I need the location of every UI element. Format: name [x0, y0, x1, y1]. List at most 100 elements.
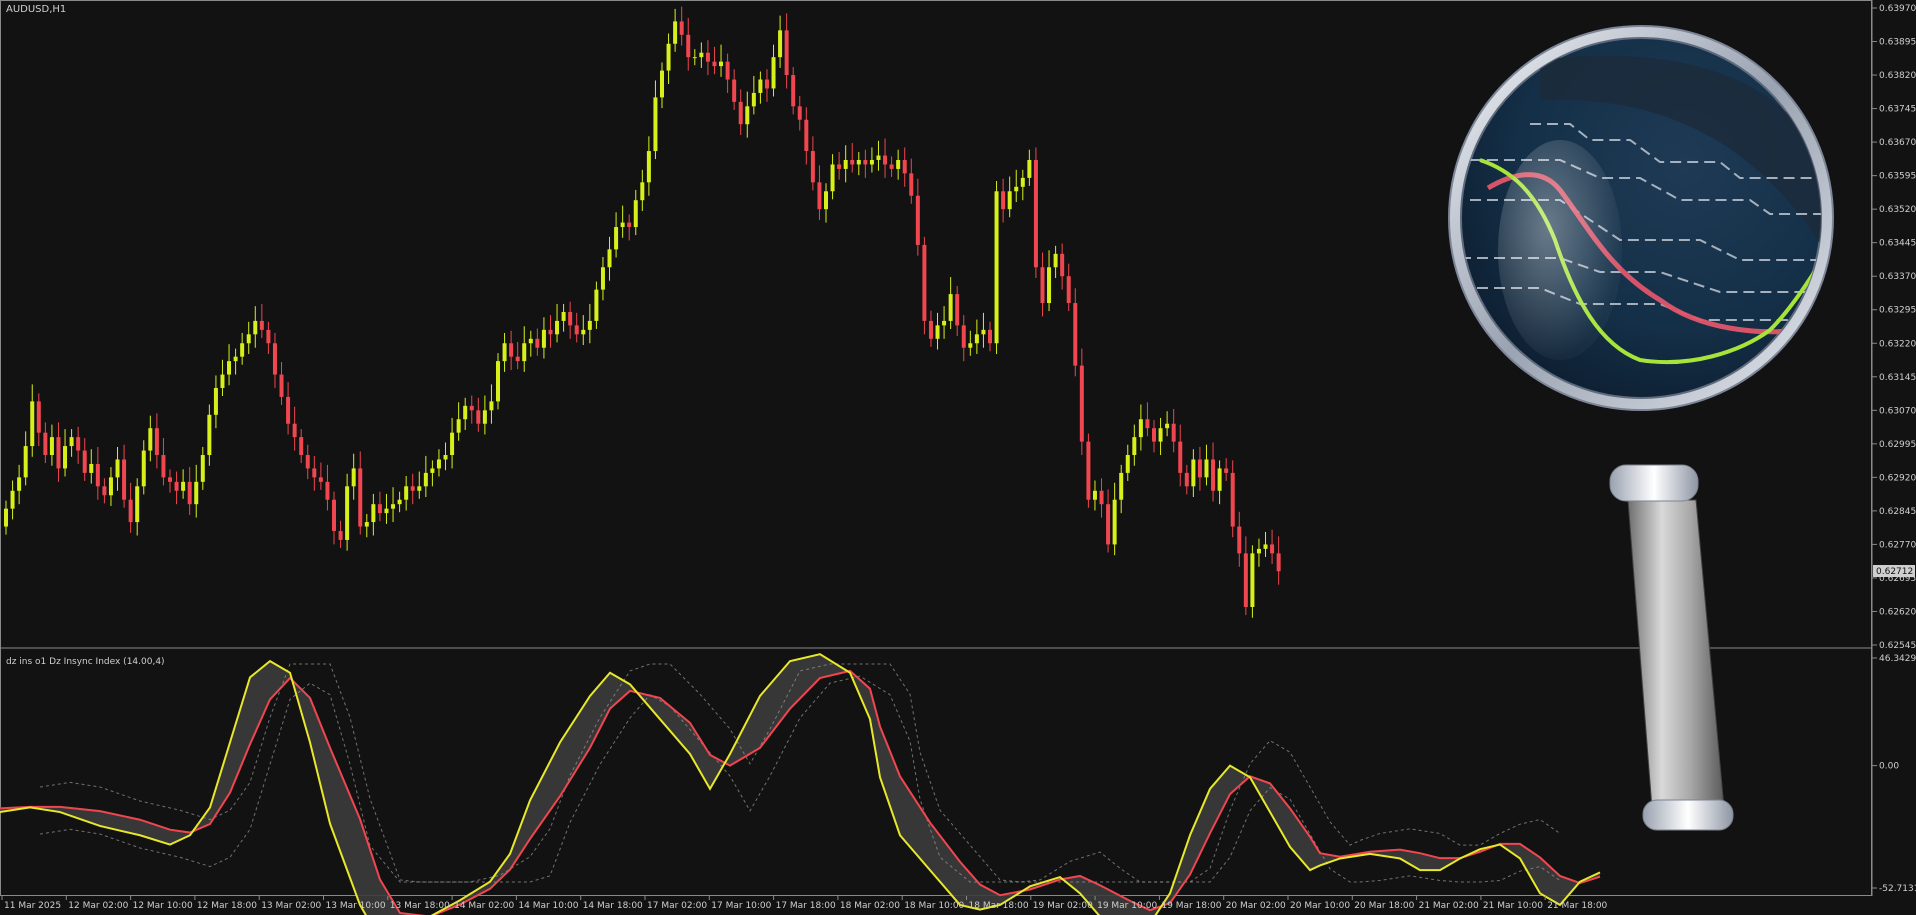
time-axis: 11 Mar 2025 12 Mar 02:00 12 Mar 10:00 12 Ma… — [1, 896, 1608, 911]
candle-body — [1047, 267, 1052, 304]
time-tick-label: 18 Mar 18:00 — [969, 901, 1029, 911]
candle-body — [968, 343, 973, 348]
candle-body — [200, 455, 205, 482]
symbol-label: AUDUSD,H1 — [6, 4, 66, 15]
price-tick-label: 0.62995 — [1879, 440, 1916, 450]
time-tick-label: 21 Mar 18:00 — [1547, 901, 1607, 911]
candle-body — [653, 97, 658, 152]
candle-body — [758, 79, 763, 93]
candle-body — [1073, 303, 1078, 366]
candle-body — [292, 423, 297, 438]
candle-body — [948, 294, 953, 321]
candle-body — [896, 159, 901, 169]
candle-body — [863, 159, 868, 165]
candle-body — [1040, 267, 1045, 304]
candle-body — [1276, 553, 1281, 572]
candle-body — [377, 504, 382, 514]
candle-body — [548, 329, 553, 335]
candle-body — [889, 164, 894, 169]
candle-body — [627, 222, 632, 228]
candle-body — [712, 61, 717, 67]
price-tick-label: 0.63145 — [1879, 373, 1916, 383]
candle-body — [666, 43, 671, 71]
candle-body — [148, 428, 153, 451]
candle-body — [535, 338, 540, 348]
candle-body — [1230, 472, 1235, 527]
candle-body — [909, 173, 914, 196]
candle-body — [286, 396, 291, 424]
candle-body — [928, 320, 933, 339]
candle-body — [942, 320, 947, 326]
candle-body — [705, 52, 710, 62]
candle-body — [640, 182, 645, 201]
candle-body — [36, 401, 41, 433]
candle-body — [259, 320, 264, 330]
candle-body — [1152, 428, 1156, 442]
candle-body — [555, 320, 560, 335]
candle-body — [902, 159, 907, 174]
candle-body — [1263, 544, 1268, 549]
candle-body — [23, 446, 28, 478]
candle-body — [994, 191, 999, 344]
candle-body — [82, 450, 87, 473]
candle-body — [673, 21, 678, 44]
candle-body — [358, 468, 363, 527]
candle-body — [574, 325, 579, 335]
candle-body — [69, 437, 74, 447]
candle-body — [1106, 504, 1111, 545]
candle-body — [988, 329, 992, 344]
candle-body — [843, 159, 848, 169]
candle-body — [692, 57, 697, 59]
candle-body — [272, 343, 277, 375]
current-price-marker: 0.62712 — [1873, 565, 1915, 577]
candle-body — [771, 57, 776, 89]
candle-body — [482, 410, 487, 424]
price-tick-label: 0.63295 — [1879, 306, 1916, 316]
time-tick-label: 12 Mar 18:00 — [197, 901, 257, 911]
candle-body — [502, 343, 507, 362]
candle-body — [227, 361, 232, 375]
candle-body — [719, 61, 724, 67]
candle-body — [423, 472, 428, 487]
candle-body — [1165, 423, 1170, 429]
candle-body — [1191, 459, 1196, 487]
candle-body — [738, 101, 743, 125]
candle-body — [810, 151, 815, 183]
time-tick-label: 20 Mar 18:00 — [1354, 901, 1414, 911]
candle-body — [476, 410, 481, 424]
price-tick-label: 0.62770 — [1879, 540, 1916, 550]
candle-body — [1086, 441, 1091, 500]
candle-body — [450, 432, 455, 456]
candle-body — [384, 508, 389, 514]
price-tick-label: 0.62545 — [1879, 641, 1916, 651]
time-tick-label: 14 Mar 02:00 — [454, 901, 514, 911]
candle-body — [76, 437, 81, 451]
candle-body — [974, 334, 979, 344]
candle-body — [154, 428, 159, 456]
time-tick-label: 14 Mar 10:00 — [518, 901, 578, 911]
time-tick-label: 19 Mar 02:00 — [1033, 901, 1093, 911]
candle-body — [961, 325, 966, 348]
candle-body — [1224, 468, 1229, 473]
time-tick-label: 12 Mar 02:00 — [68, 901, 128, 911]
insync-band — [0, 654, 1600, 915]
candle-body — [1270, 544, 1275, 554]
candle-body — [587, 320, 592, 330]
time-tick-label: 19 Mar 18:00 — [1161, 901, 1221, 911]
indicator-tick-label: 46.3429 — [1879, 654, 1916, 664]
candle-body — [1197, 459, 1202, 478]
current-price-label: 0.62712 — [1876, 567, 1913, 577]
candle-body — [430, 468, 435, 473]
candle-body — [49, 437, 54, 456]
candle-body — [404, 486, 409, 500]
price-tick-label: 0.63595 — [1879, 172, 1916, 182]
indicator-label: dz ins o1 Dz Insync Index (14.00,4) — [6, 657, 165, 667]
candle-body — [1184, 472, 1189, 487]
candle-body — [95, 463, 100, 487]
candle-body — [869, 159, 874, 165]
candle-body — [391, 504, 396, 509]
candle-body — [4, 508, 8, 527]
candle-body — [876, 155, 881, 160]
candle-body — [1060, 253, 1065, 277]
candle-body — [581, 329, 586, 335]
